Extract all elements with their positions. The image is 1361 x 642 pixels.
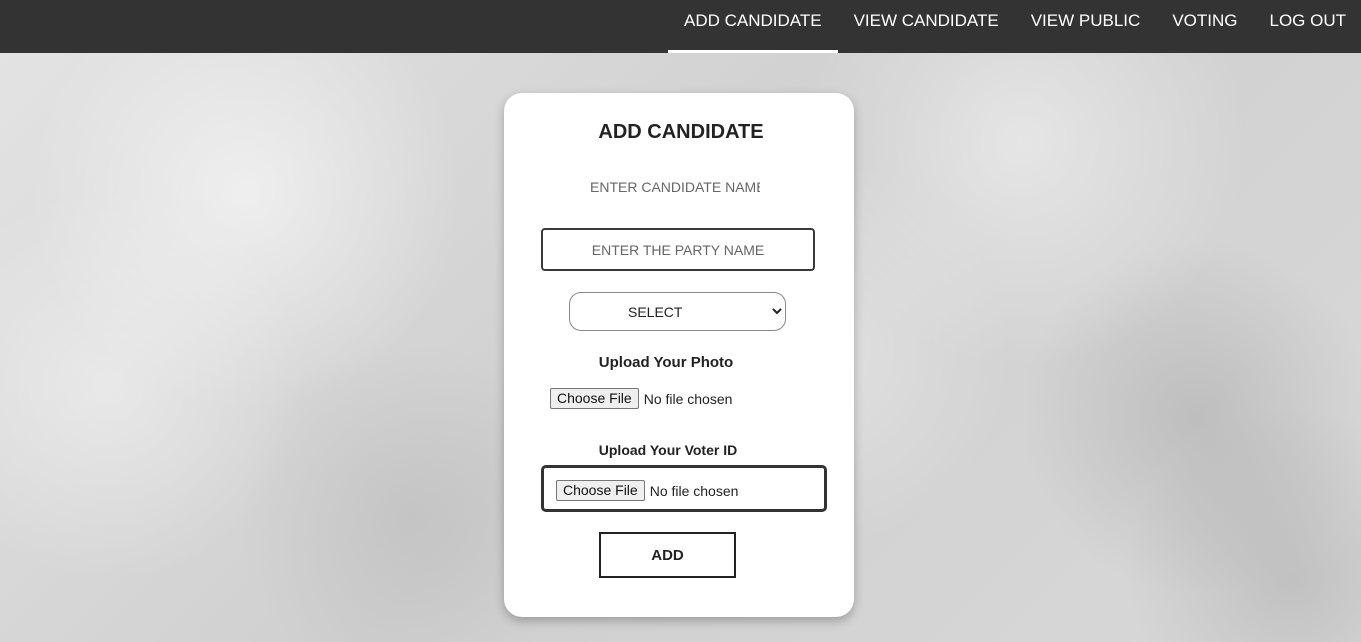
photo-file-status: No file chosen <box>643 390 733 407</box>
voter-id-file-box: Choose File No file chosen <box>541 465 827 512</box>
voter-id-file-status: No file chosen <box>649 482 739 499</box>
nav-item-view-public[interactable]: VIEW PUBLIC <box>1015 0 1157 53</box>
nav-item-view-candidate[interactable]: VIEW CANDIDATE <box>838 0 1015 53</box>
add-candidate-card: ADD CANDIDATE SELECT Upload Your Photo C… <box>504 93 854 617</box>
add-button[interactable]: ADD <box>599 532 736 578</box>
top-navbar: ADD CANDIDATE VIEW CANDIDATE VIEW PUBLIC… <box>0 0 1361 53</box>
party-name-input[interactable] <box>541 228 815 271</box>
form-title: ADD CANDIDATE <box>598 121 764 143</box>
photo-file-input: Choose File No file chosen <box>550 388 732 409</box>
choose-photo-button[interactable]: Choose File <box>550 388 639 409</box>
nav-item-add-candidate[interactable]: ADD CANDIDATE <box>667 0 838 53</box>
upload-photo-label: Upload Your Photo <box>598 354 734 371</box>
voter-id-file-input: Choose File No file chosen <box>556 480 738 501</box>
nav-menu: ADD CANDIDATE VIEW CANDIDATE VIEW PUBLIC… <box>667 0 1361 53</box>
party-select[interactable]: SELECT <box>569 292 786 331</box>
upload-voter-id-label: Upload Your Voter ID <box>598 442 738 458</box>
nav-item-log-out[interactable]: LOG OUT <box>1253 0 1361 53</box>
choose-voter-id-button[interactable]: Choose File <box>556 480 645 501</box>
nav-item-voting[interactable]: VOTING <box>1156 0 1253 53</box>
candidate-name-input[interactable] <box>584 175 766 199</box>
